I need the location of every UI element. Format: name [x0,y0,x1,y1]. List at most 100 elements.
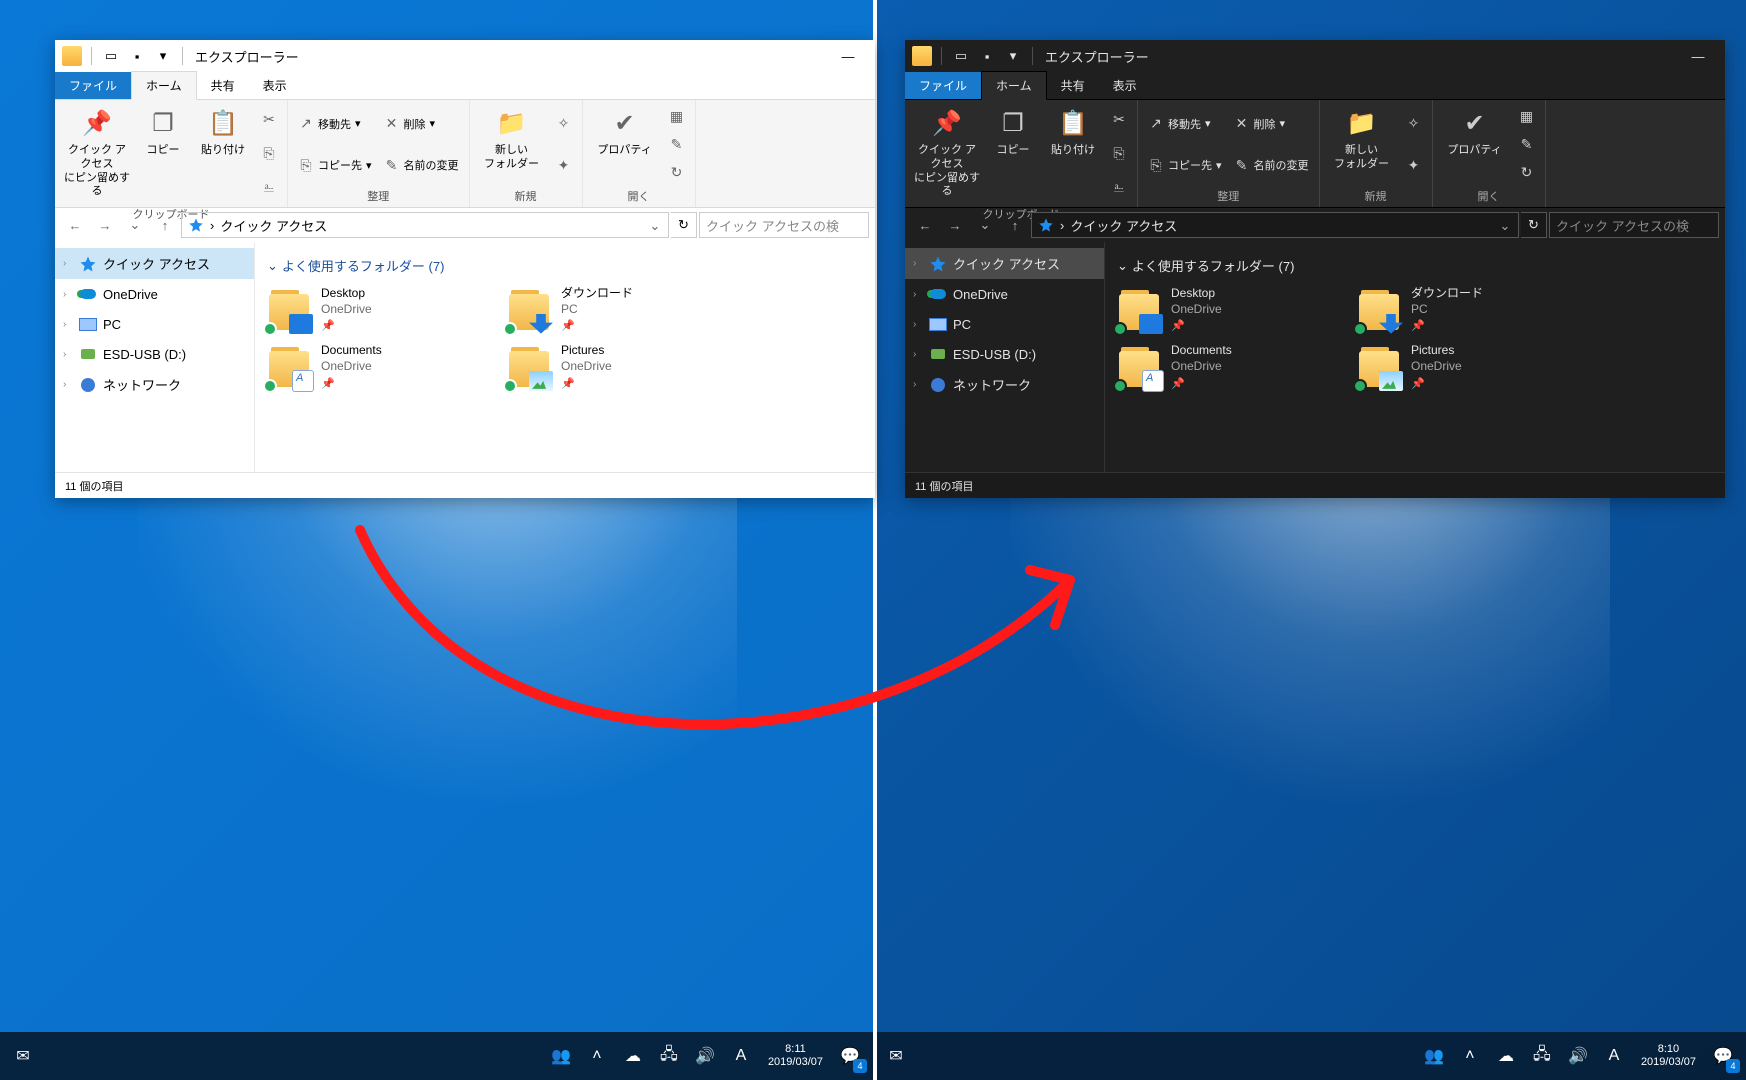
folder-item[interactable]: DocumentsOneDrive📌 [1117,342,1317,391]
clock[interactable]: 8:10 2019/03/07 [1635,1043,1702,1069]
onedrive-icon[interactable]: ☁ [1491,1041,1521,1071]
open-button[interactable]: ▦ [1515,107,1539,127]
forward-button[interactable]: → [941,211,969,239]
network-icon[interactable]: 🖧 [654,1041,684,1071]
nav-item-usb[interactable]: ›ESD-USB (D:) [55,339,254,369]
qat-newfolder-icon[interactable]: ▪ [127,46,147,66]
breadcrumb-root[interactable]: クイック アクセス [1070,216,1177,235]
new-folder-button[interactable]: 📁 新しいフォルダー [476,104,548,185]
paste-button[interactable]: 📋 貼り付け [193,104,253,203]
paste-short-button[interactable]: ⎁ [257,177,281,197]
refresh-button[interactable]: ↻ [671,212,697,238]
qat-properties-icon[interactable]: ▭ [101,46,121,66]
tab-share[interactable]: 共有 [1047,72,1099,99]
tab-file[interactable]: ファイル [905,72,981,99]
breadcrumb-root[interactable]: クイック アクセス [220,216,327,235]
new-folder-button[interactable]: 📁 新しいフォルダー [1326,104,1398,185]
copy-path-button[interactable]: ⎘ [1107,143,1131,163]
nav-item-pc[interactable]: ›PC [905,309,1104,339]
back-button[interactable]: ← [911,211,939,239]
minimize-button[interactable]: — [825,40,871,72]
people-icon[interactable]: 👥 [1419,1041,1449,1071]
pin-quickaccess-button[interactable]: 📌 クイック アクセスにピン留めする [911,104,983,203]
properties-button[interactable]: ✔ プロパティ [589,104,661,185]
address-dropdown-icon[interactable]: ⌄ [646,217,664,235]
copyto-button[interactable]: ⎘コピー先 ▾ [294,155,376,175]
up-button[interactable]: ↑ [151,211,179,239]
clock[interactable]: 8:11 2019/03/07 [762,1043,829,1069]
taskbar[interactable]: ✉ 👥 ˄ ☁ 🖧 🔊 A 8:10 2019/03/07 💬 4 [873,1032,1746,1080]
qat-newfolder-icon[interactable]: ▪ [977,46,997,66]
mail-icon[interactable]: ✉ [8,1041,38,1071]
tab-view[interactable]: 表示 [1099,72,1151,99]
tab-view[interactable]: 表示 [249,72,301,99]
tab-home[interactable]: ホーム [131,71,197,100]
address-dropdown-icon[interactable]: ⌄ [1496,217,1514,235]
recent-button[interactable]: ⌄ [971,211,999,239]
qat-dropdown-icon[interactable]: ▾ [1003,46,1023,66]
open-button[interactable]: ▦ [665,107,689,127]
copyto-button[interactable]: ⎘コピー先 ▾ [1144,155,1226,175]
edit-button[interactable]: ✎ [665,134,689,154]
properties-button[interactable]: ✔ プロパティ [1439,104,1511,185]
network-icon[interactable]: 🖧 [1527,1041,1557,1071]
folder-item[interactable]: PicturesOneDrive📌 [1357,342,1557,391]
copy-button[interactable]: ❐ コピー [987,104,1039,203]
qat-properties-icon[interactable]: ▭ [951,46,971,66]
nav-item-usb[interactable]: ›ESD-USB (D:) [905,339,1104,369]
nav-item-net[interactable]: ›ネットワーク [905,369,1104,400]
folder-item[interactable]: ダウンロードPC📌 [507,285,707,334]
delete-button[interactable]: ✕削除 ▾ [1230,114,1313,134]
address-bar[interactable]: › クイック アクセス ⌄ [181,212,669,238]
folder-item[interactable]: ダウンロードPC📌 [1357,285,1557,334]
folder-item[interactable]: DesktopOneDrive📌 [1117,285,1317,334]
nav-item-star[interactable]: ›クイック アクセス [55,248,254,279]
rename-button[interactable]: ✎名前の変更 [1230,155,1313,175]
copy-button[interactable]: ❐ コピー [137,104,189,203]
moveto-button[interactable]: ↗移動先 ▾ [294,114,376,134]
cut-button[interactable]: ✂ [1107,110,1131,130]
cut-button[interactable]: ✂ [257,110,281,130]
mail-icon[interactable]: ✉ [881,1041,911,1071]
edit-button[interactable]: ✎ [1515,134,1539,154]
action-center-icon[interactable]: 💬 4 [835,1041,865,1071]
new-item-button[interactable]: ✧ [552,114,576,134]
new-item-button[interactable]: ✧ [1402,114,1426,134]
tab-home[interactable]: ホーム [981,71,1047,100]
ime-icon[interactable]: A [1599,1041,1629,1071]
nav-item-net[interactable]: ›ネットワーク [55,369,254,400]
search-input[interactable]: クイック アクセスの検 [699,212,869,238]
moveto-button[interactable]: ↗移動先 ▾ [1144,114,1226,134]
nav-item-onedrive[interactable]: ›OneDrive [905,279,1104,309]
back-button[interactable]: ← [61,211,89,239]
forward-button[interactable]: → [91,211,119,239]
history-button[interactable]: ↻ [1515,162,1539,182]
titlebar[interactable]: ▭ ▪ ▾ エクスプローラー — [905,40,1725,72]
onedrive-icon[interactable]: ☁ [618,1041,648,1071]
folder-item[interactable]: PicturesOneDrive📌 [507,342,707,391]
pin-quickaccess-button[interactable]: 📌 クイック アクセスにピン留めする [61,104,133,203]
paste-short-button[interactable]: ⎁ [1107,177,1131,197]
action-center-icon[interactable]: 💬 4 [1708,1041,1738,1071]
address-bar[interactable]: › クイック アクセス ⌄ [1031,212,1519,238]
easy-access-button[interactable]: ✦ [552,155,576,175]
search-input[interactable]: クイック アクセスの検 [1549,212,1719,238]
nav-item-pc[interactable]: ›PC [55,309,254,339]
tab-share[interactable]: 共有 [197,72,249,99]
nav-item-star[interactable]: ›クイック アクセス [905,248,1104,279]
rename-button[interactable]: ✎名前の変更 [380,155,463,175]
group-header[interactable]: ⌄ よく使用するフォルダー (7) [1117,256,1713,275]
tray-up-icon[interactable]: ˄ [582,1041,612,1071]
tray-up-icon[interactable]: ˄ [1455,1041,1485,1071]
volume-icon[interactable]: 🔊 [1563,1041,1593,1071]
history-button[interactable]: ↻ [665,162,689,182]
copy-path-button[interactable]: ⎘ [257,143,281,163]
folder-item[interactable]: DocumentsOneDrive📌 [267,342,467,391]
ime-icon[interactable]: A [726,1041,756,1071]
refresh-button[interactable]: ↻ [1521,212,1547,238]
up-button[interactable]: ↑ [1001,211,1029,239]
people-icon[interactable]: 👥 [546,1041,576,1071]
minimize-button[interactable]: — [1675,40,1721,72]
folder-item[interactable]: DesktopOneDrive📌 [267,285,467,334]
taskbar[interactable]: ✉ 👥 ˄ ☁ 🖧 🔊 A 8:11 2019/03/07 💬 4 [0,1032,873,1080]
